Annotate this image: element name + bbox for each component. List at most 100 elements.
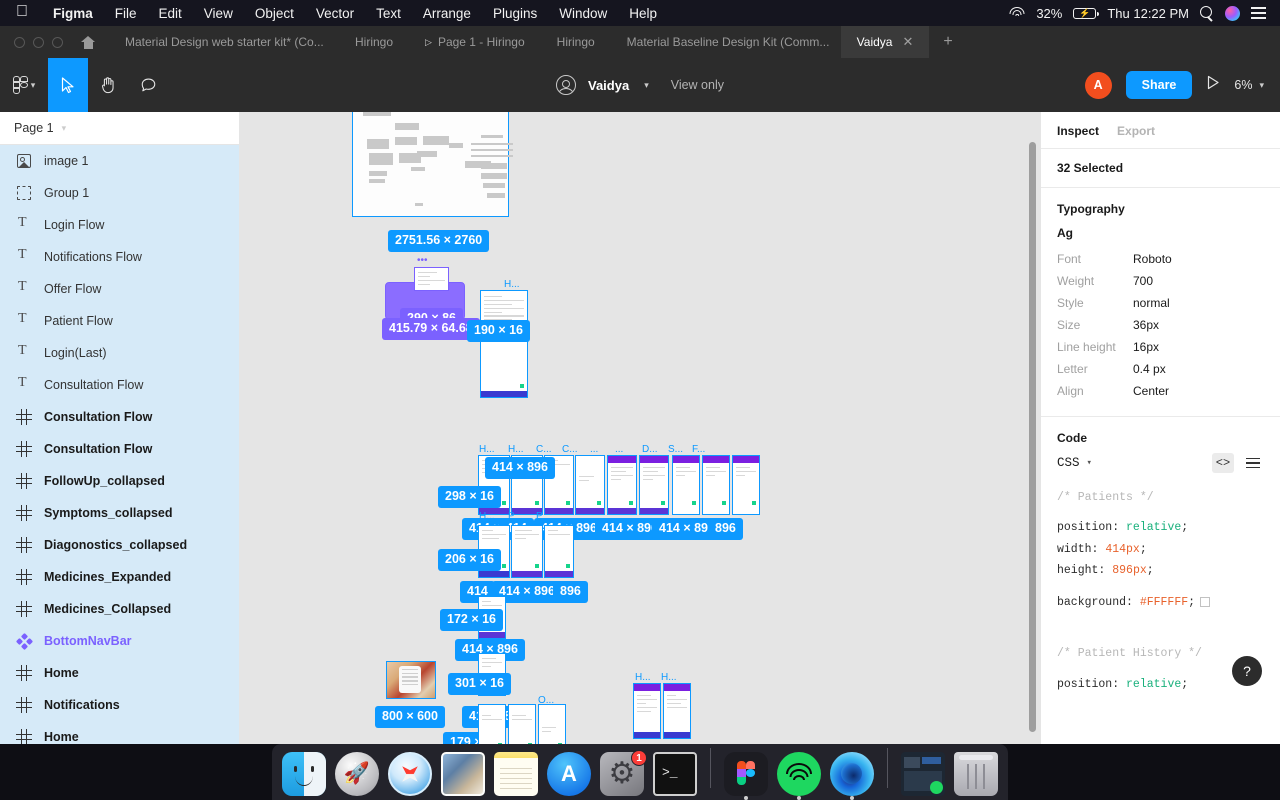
tab-vaidya[interactable]: Vaidya ✕ (840, 26, 930, 58)
canvas-artboard-row1-d[interactable] (575, 455, 605, 515)
canvas-artboard-row1-f[interactable] (639, 455, 669, 515)
minimize-window-button[interactable] (33, 36, 44, 48)
canvas-artboard-row5-c[interactable] (538, 704, 566, 744)
canvas-artboard-row2-b[interactable] (511, 525, 543, 578)
tab-export[interactable]: Export (1117, 124, 1155, 138)
canvas-artboard-row1-h[interactable] (702, 455, 730, 515)
layer-item-patient-flow[interactable]: Patient Flow (0, 305, 239, 337)
spotlight-search-icon[interactable] (1200, 6, 1214, 20)
dock-item-minimized-window[interactable] (901, 752, 945, 796)
hand-tool-button[interactable] (88, 58, 128, 112)
tab-home-button[interactable] (75, 26, 109, 58)
apple-icon[interactable]:  (16, 4, 28, 20)
layer-item-login-last[interactable]: Login(Last) (0, 337, 239, 369)
canvas-scrollbar[interactable] (1029, 142, 1036, 732)
layer-item-symptoms-collapsed[interactable]: Symptoms_collapsed (0, 497, 239, 529)
share-button[interactable]: Share (1125, 71, 1193, 99)
help-button[interactable]: ? (1232, 656, 1262, 686)
canvas-frame-flowchart[interactable] (352, 112, 513, 217)
menu-item-file[interactable]: File (104, 6, 148, 21)
wifi-icon[interactable] (1009, 6, 1025, 20)
menu-item-edit[interactable]: Edit (148, 6, 193, 21)
prop-value[interactable]: Center (1133, 384, 1169, 398)
move-tool-button[interactable] (48, 58, 88, 112)
prop-value[interactable]: normal (1133, 296, 1170, 310)
canvas-artboard-row1-i[interactable] (732, 455, 760, 515)
prop-value[interactable]: 700 (1133, 274, 1153, 288)
dock-item-terminal[interactable] (653, 752, 697, 796)
dock-item-spotify[interactable] (777, 752, 821, 800)
layer-item-consultation-flow-text[interactable]: Consultation Flow (0, 369, 239, 401)
canvas-artboard-right-b[interactable] (663, 683, 691, 739)
dock-item-firefox[interactable] (830, 752, 874, 800)
page-selector[interactable]: Page 1 ▾ (0, 112, 239, 145)
dock-item-notes[interactable] (494, 752, 538, 796)
layer-item-followup-collapsed[interactable]: FollowUp_collapsed (0, 465, 239, 497)
file-name-label[interactable]: Vaidya (588, 78, 629, 93)
control-center-icon[interactable] (1251, 7, 1266, 19)
design-canvas[interactable]: 2751.56 × 2760 ••• 290 × 86 415.79 × 64.… (240, 112, 1040, 744)
prop-value[interactable]: 16px (1133, 340, 1159, 354)
battery-charging-icon[interactable]: ⚡ (1073, 7, 1099, 19)
prop-value[interactable]: 36px (1133, 318, 1159, 332)
layer-item-login-flow[interactable]: Login Flow (0, 209, 239, 241)
siri-icon[interactable] (1225, 5, 1240, 21)
prop-value[interactable]: 0.4 px (1133, 362, 1166, 376)
layer-item-image-1[interactable]: image 1 (0, 145, 239, 177)
dock-item-finder[interactable] (282, 752, 326, 796)
code-language-select[interactable]: CSS ▾ (1057, 456, 1092, 470)
canvas-artboard-row1-e[interactable] (607, 455, 637, 515)
layer-item-consultation-flow-2[interactable]: Consultation Flow (0, 433, 239, 465)
zoom-level-control[interactable]: 6% ▾ (1234, 78, 1264, 92)
menu-item-arrange[interactable]: Arrange (412, 6, 482, 21)
layer-item-bottomnavbar[interactable]: BottomNavBar (0, 625, 239, 657)
layer-item-diagonostics-collapsed[interactable]: Diagonostics_collapsed (0, 529, 239, 561)
tab-page-1-hiringo[interactable]: ▷ Page 1 - Hiringo (409, 26, 541, 58)
maximize-window-button[interactable] (52, 36, 63, 48)
close-icon[interactable]: ✕ (902, 34, 913, 50)
menu-item-window[interactable]: Window (548, 6, 618, 21)
canvas-artboard-home-1[interactable] (480, 290, 528, 398)
layer-item-group-1[interactable]: Group 1 (0, 177, 239, 209)
layer-item-medicines-expanded[interactable]: Medicines_Expanded (0, 561, 239, 593)
dock-item-safari[interactable] (388, 752, 432, 796)
tab-material-design-web-starter-kit[interactable]: Material Design web starter kit* (Co... (109, 26, 339, 58)
layer-item-notifications[interactable]: Notifications (0, 689, 239, 721)
menu-item-vector[interactable]: Vector (305, 6, 365, 21)
menu-item-help[interactable]: Help (618, 6, 668, 21)
canvas-image-thumbnail[interactable] (386, 661, 436, 699)
canvas-artboard-row1-g[interactable] (672, 455, 700, 515)
new-tab-button[interactable]: + (929, 26, 966, 58)
figma-main-menu-icon[interactable]: ▾ (0, 58, 48, 112)
prop-value[interactable]: Roboto (1133, 252, 1172, 266)
canvas-artboard-row5-a[interactable] (478, 704, 506, 744)
dock-item-app-store[interactable] (547, 752, 591, 796)
tab-inspect[interactable]: Inspect (1057, 124, 1099, 138)
dock-item-figma[interactable] (724, 752, 768, 800)
chevron-down-icon[interactable]: ▾ (644, 80, 649, 91)
menubar-clock[interactable]: Thu 12:22 PM (1107, 6, 1189, 21)
menu-item-object[interactable]: Object (244, 6, 305, 21)
menu-item-view[interactable]: View (193, 6, 244, 21)
canvas-frame-component-top[interactable] (414, 267, 449, 291)
comment-tool-button[interactable] (128, 58, 168, 112)
dock-item-trash[interactable] (954, 752, 998, 796)
canvas-artboard-row2-c[interactable] (544, 525, 574, 578)
menu-item-figma[interactable]: Figma (42, 6, 104, 21)
tab-hiringo-2[interactable]: Hiringo (541, 26, 611, 58)
present-play-icon[interactable] (1206, 75, 1220, 95)
tab-hiringo-1[interactable]: Hiringo (339, 26, 409, 58)
list-lines-icon[interactable] (1242, 453, 1264, 473)
menu-item-plugins[interactable]: Plugins (482, 6, 548, 21)
avatar[interactable]: A (1084, 71, 1112, 99)
dock-item-mail[interactable] (441, 752, 485, 796)
layer-item-home-2[interactable]: Home (0, 721, 239, 744)
layer-item-notifications-flow[interactable]: Notifications Flow (0, 241, 239, 273)
layer-item-medicines-collapsed[interactable]: Medicines_Collapsed (0, 593, 239, 625)
dock-item-system-preferences[interactable]: 1 (600, 750, 647, 796)
layer-item-home-1[interactable]: Home (0, 657, 239, 689)
tab-material-baseline-design-kit[interactable]: Material Baseline Design Kit (Comm... (611, 26, 841, 58)
canvas-artboard-right-a[interactable] (633, 683, 661, 739)
layer-item-consultation-flow-1[interactable]: Consultation Flow (0, 401, 239, 433)
menu-item-text[interactable]: Text (365, 6, 412, 21)
